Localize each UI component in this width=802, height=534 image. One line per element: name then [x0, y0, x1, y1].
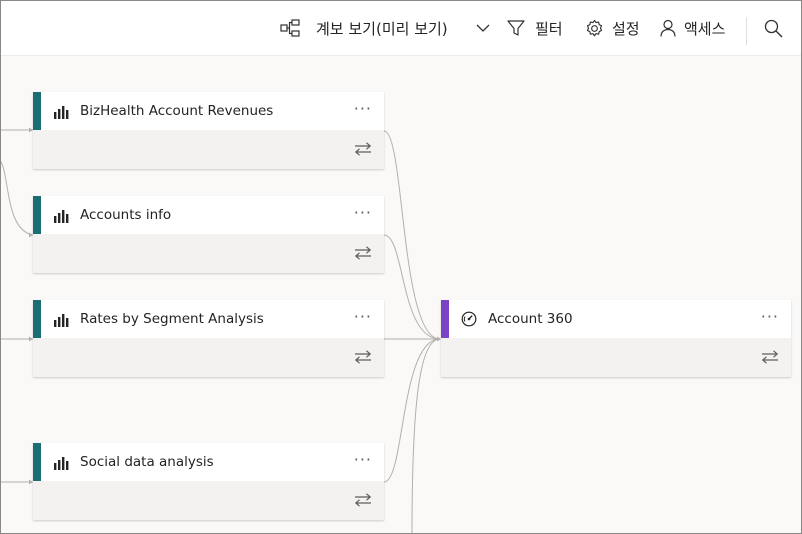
dashboard-card[interactable]: Account 360 ···	[441, 300, 791, 377]
card-accent	[33, 300, 41, 338]
card-header: BizHealth Account Revenues ···	[33, 92, 384, 130]
more-options-button[interactable]: ···	[354, 443, 372, 481]
refresh-arrows-icon[interactable]	[354, 349, 372, 368]
card-accent	[33, 92, 41, 130]
card-title: BizHealth Account Revenues	[80, 103, 274, 119]
refresh-arrows-icon[interactable]	[761, 349, 779, 368]
card-title: Accounts info	[80, 207, 172, 223]
refresh-arrows-icon[interactable]	[354, 245, 372, 264]
more-options-button[interactable]: ···	[354, 92, 372, 130]
card-header: Accounts info ···	[33, 196, 384, 234]
more-options-button[interactable]: ···	[354, 300, 372, 338]
card-title: Account 360	[488, 311, 573, 327]
card-accent	[441, 300, 449, 338]
card-header: Account 360 ···	[441, 300, 791, 338]
lineage-card[interactable]: BizHealth Account Revenues ···	[33, 92, 384, 169]
report-icon	[53, 208, 69, 227]
more-options-button[interactable]: ···	[761, 300, 779, 338]
card-title: Social data analysis	[80, 454, 214, 470]
lineage-card[interactable]: Social data analysis ···	[33, 443, 384, 520]
card-accent	[33, 196, 41, 234]
lineage-card[interactable]: Accounts info ···	[33, 196, 384, 273]
card-accent	[33, 443, 41, 481]
card-header: Social data analysis ···	[33, 443, 384, 481]
report-icon	[53, 455, 69, 474]
dashboard-gauge-icon	[461, 311, 477, 331]
more-options-button[interactable]: ···	[354, 196, 372, 234]
refresh-arrows-icon[interactable]	[354, 492, 372, 511]
report-icon	[53, 104, 69, 123]
report-icon	[53, 312, 69, 331]
lineage-card[interactable]: Rates by Segment Analysis ···	[33, 300, 384, 377]
refresh-arrows-icon[interactable]	[354, 141, 372, 160]
card-header: Rates by Segment Analysis ···	[33, 300, 384, 338]
card-title: Rates by Segment Analysis	[80, 311, 264, 327]
